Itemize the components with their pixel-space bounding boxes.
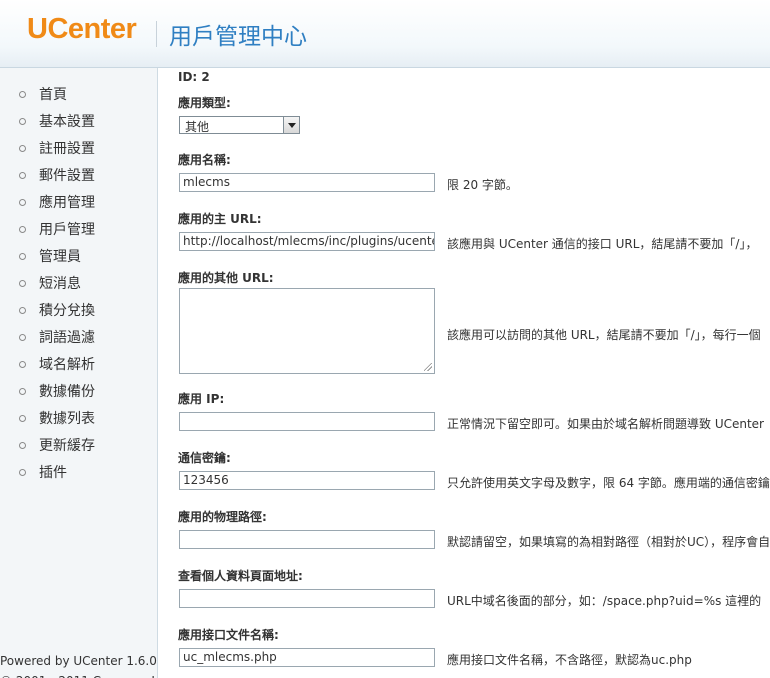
physical-path-input[interactable] <box>179 530 435 549</box>
app-type-select[interactable]: 其他 <box>179 116 300 134</box>
ucenter-logo[interactable]: UCenter <box>27 13 137 46</box>
sidebar-item-data-backup[interactable]: 數據備份 <box>0 382 157 409</box>
app-ip-hint: 正常情況下留空即可。如果由於域名解析問題導致 UCenter <box>447 417 764 431</box>
app-name-label: 應用名稱: <box>178 153 231 167</box>
app-name-hint: 限 20 字節。 <box>447 178 518 192</box>
bullet-icon <box>19 361 26 368</box>
sidebar-item-data-list[interactable]: 數據列表 <box>0 409 157 436</box>
sidebar-item-user-management[interactable]: 用戶管理 <box>0 220 157 247</box>
profile-url-input[interactable] <box>179 589 435 608</box>
profile-url-label: 查看個人資料頁面地址: <box>178 569 303 583</box>
copyright-text: © 2001 - 2011 Comsenz Inc. <box>0 674 173 678</box>
powered-by-text: Powered by UCenter 1.6.0 <box>0 654 157 668</box>
api-filename-hint: 應用接口文件名稱，不含路徑，默認為uc.php <box>447 653 692 667</box>
bullet-icon <box>19 145 26 152</box>
header-divider <box>156 21 157 47</box>
main-url-input[interactable]: http://localhost/mlecms/inc/plugins/ucen… <box>179 232 435 251</box>
profile-url-hint: URL中域名後面的部分，如：/space.php?uid=%s 這裡的 <box>447 594 762 608</box>
sidebar-item-word-filter[interactable]: 詞語過濾 <box>0 328 157 355</box>
api-filename-input[interactable]: uc_mlecms.php <box>179 648 435 667</box>
bullet-icon <box>19 334 26 341</box>
bullet-icon <box>19 172 26 179</box>
sidebar-item-credit-exchange[interactable]: 積分兌換 <box>0 301 157 328</box>
bullet-icon <box>19 388 26 395</box>
sidebar-item-mail-settings[interactable]: 郵件設置 <box>0 166 157 193</box>
sidebar-item-plugins[interactable]: 插件 <box>0 463 157 490</box>
page-header: UCenter 用戶管理中心 <box>0 0 770 68</box>
other-url-hint: 該應用可以訪問的其他 URL，結尾請不要加「/」，每行一個 <box>447 328 761 342</box>
bullet-icon <box>19 442 26 449</box>
app-edit-form: ID: 2 應用類型: 其他 應用名稱: mlecms 限 20 字節。 應用的… <box>158 68 770 678</box>
api-filename-label: 應用接口文件名稱: <box>178 628 279 642</box>
sidebar-item-register-settings[interactable]: 註冊設置 <box>0 139 157 166</box>
comm-key-hint: 只允許使用英文字母及數字，限 64 字節。應用端的通信密鑰 <box>447 476 770 490</box>
sidebar-item-admins[interactable]: 管理員 <box>0 247 157 274</box>
bullet-icon <box>19 469 26 476</box>
chevron-down-icon[interactable] <box>283 117 299 133</box>
sidebar-item-messages[interactable]: 短消息 <box>0 274 157 301</box>
app-name-input[interactable]: mlecms <box>179 173 435 192</box>
app-id-text: ID: 2 <box>178 70 210 84</box>
bullet-icon <box>19 226 26 233</box>
resize-grip-icon[interactable] <box>424 363 432 371</box>
app-type-label: 應用類型: <box>178 96 231 110</box>
bullet-icon <box>19 91 26 98</box>
sidebar-item-domain-resolve[interactable]: 域名解析 <box>0 355 157 382</box>
bullet-icon <box>19 307 26 314</box>
other-url-textarea[interactable] <box>179 288 435 374</box>
bullet-icon <box>19 415 26 422</box>
bullet-icon <box>19 118 26 125</box>
app-type-selected: 其他 <box>185 120 210 134</box>
sidebar-item-app-management[interactable]: 應用管理 <box>0 193 157 220</box>
other-url-label: 應用的其他 URL: <box>178 271 274 285</box>
physical-path-label: 應用的物理路徑: <box>178 510 267 524</box>
comm-key-label: 通信密鑰: <box>178 451 231 465</box>
app-ip-input[interactable] <box>179 412 435 431</box>
sidebar: 首頁 基本設置 註冊設置 郵件設置 應用管理 用戶管理 管理員 短消息 積分兌換… <box>0 68 173 678</box>
sidebar-menu: 首頁 基本設置 註冊設置 郵件設置 應用管理 用戶管理 管理員 短消息 積分兌換… <box>0 85 157 490</box>
sidebar-item-basic-settings[interactable]: 基本設置 <box>0 112 157 139</box>
main-url-hint: 該應用與 UCenter 通信的接口 URL，結尾請不要加「/」， <box>447 237 758 251</box>
bullet-icon <box>19 280 26 287</box>
physical-path-hint: 默認請留空，如果填寫的為相對路徑（相對於UC），程序會自 <box>447 535 770 549</box>
sidebar-item-home[interactable]: 首頁 <box>0 85 157 112</box>
bullet-icon <box>19 253 26 260</box>
sidebar-item-update-cache[interactable]: 更新緩存 <box>0 436 157 463</box>
header-subtitle: 用戶管理中心 <box>169 24 307 50</box>
app-ip-label: 應用 IP: <box>178 392 225 406</box>
main-url-label: 應用的主 URL: <box>178 212 262 226</box>
bullet-icon <box>19 199 26 206</box>
comm-key-input[interactable]: 123456 <box>179 471 435 490</box>
